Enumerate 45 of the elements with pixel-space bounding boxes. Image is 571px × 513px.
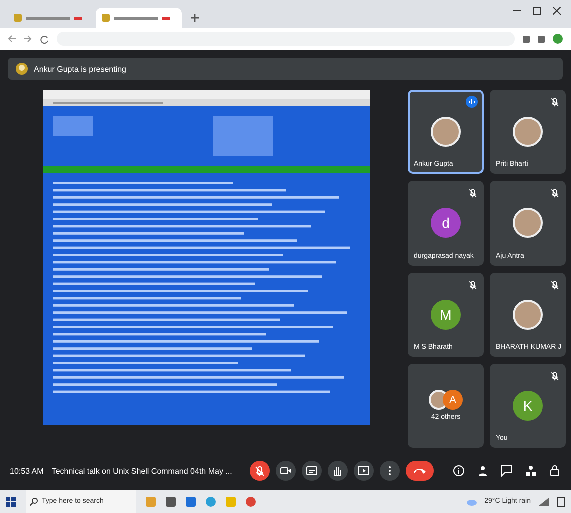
- start-icon[interactable]: [6, 496, 16, 506]
- browser-tab[interactable]: [96, 8, 182, 28]
- meeting-title: Technical talk on Unix Shell Command 04th May ...: [52, 466, 234, 476]
- camera-icon: [280, 465, 292, 477]
- avatar-circle: d: [431, 208, 461, 238]
- chat-icon[interactable]: [501, 465, 513, 477]
- activities-icon[interactable]: [525, 465, 537, 477]
- avatar-circle: K: [513, 390, 543, 421]
- forward-icon[interactable]: [24, 35, 32, 43]
- network-icon: [539, 498, 549, 506]
- presenter-avatar-icon: [16, 63, 28, 75]
- site-icon: [14, 14, 22, 22]
- close-icon[interactable]: [553, 7, 561, 15]
- captions-button[interactable]: [302, 461, 322, 481]
- raise-hand-button[interactable]: [328, 461, 348, 481]
- mic-muted-icon: [254, 465, 266, 477]
- avatar-photo: [513, 117, 543, 148]
- captions-icon: [306, 465, 318, 477]
- microphone-button[interactable]: [250, 461, 270, 481]
- meeting-time: 10:53 AM: [10, 466, 44, 476]
- site-icon: [102, 14, 110, 22]
- app-icon[interactable]: [186, 496, 196, 506]
- avatar-circle: A: [443, 390, 463, 410]
- avatar-photo: [513, 300, 543, 330]
- lock-icon[interactable]: [549, 465, 561, 477]
- presenting-text: Ankur Gupta is presenting: [34, 64, 126, 74]
- reload-icon[interactable]: [40, 34, 49, 44]
- camera-button[interactable]: [276, 461, 296, 481]
- new-tab-icon[interactable]: [190, 13, 200, 23]
- profile-icon[interactable]: [553, 34, 563, 44]
- hand-icon: [332, 465, 344, 477]
- back-icon[interactable]: [8, 35, 16, 43]
- present-button[interactable]: [354, 461, 374, 481]
- notification-icon[interactable]: [557, 496, 565, 506]
- search-icon: [30, 498, 38, 506]
- maximize-icon[interactable]: [533, 7, 541, 15]
- avatar-photo: [431, 117, 461, 148]
- avatar-circle: M: [431, 300, 461, 330]
- info-icon[interactable]: [453, 465, 465, 477]
- more-options-button[interactable]: [380, 461, 400, 481]
- weather-icon: [466, 498, 477, 506]
- people-icon[interactable]: [477, 465, 489, 477]
- avatar-photo: [513, 208, 543, 238]
- present-icon: [358, 465, 370, 477]
- end-call-button[interactable]: [406, 461, 434, 481]
